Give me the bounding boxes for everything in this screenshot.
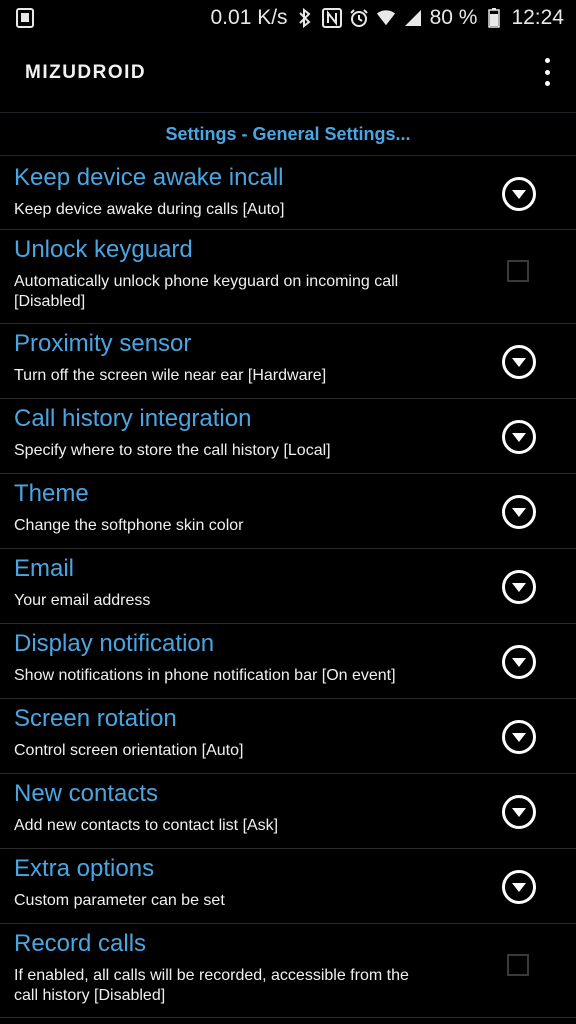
chevron-down-circle-icon[interactable] <box>502 720 536 754</box>
page-title: Settings - General Settings... <box>0 112 576 156</box>
setting-description: Automatically unlock phone keyguard on i… <box>14 273 399 310</box>
app-logo: MIZUDROID <box>25 62 147 83</box>
setting-row[interactable]: Screen rotation Control screen orientatio… <box>0 699 576 774</box>
setting-row[interactable]: Call history integration Specify where to… <box>0 399 576 474</box>
setting-description: If enabled, all calls will be recorded, … <box>14 967 409 1004</box>
setting-title: Display notification <box>14 630 215 657</box>
chevron-down-circle-icon[interactable] <box>502 177 536 211</box>
setting-row[interactable]: Extra options Custom parameter can be set <box>0 849 576 924</box>
overflow-menu-icon[interactable] <box>540 58 554 86</box>
setting-title: Unlock keyguard <box>14 236 193 263</box>
setting-description: Show notifications in phone notification… <box>14 667 396 684</box>
setting-checkbox[interactable] <box>507 260 529 282</box>
chevron-down-circle-icon[interactable] <box>502 795 536 829</box>
status-bar: 0.01 K/s 80 % 12:24 <box>0 0 576 36</box>
setting-description: Change the softphone skin color <box>14 517 244 534</box>
clock: 12:24 <box>511 6 564 29</box>
chevron-down-circle-icon[interactable] <box>502 570 536 604</box>
chevron-down-circle-icon[interactable] <box>502 495 536 529</box>
setting-description: Your email address <box>14 592 151 609</box>
setting-checkbox[interactable] <box>507 954 529 976</box>
battery-icon <box>484 8 504 28</box>
chevron-down-circle-icon[interactable] <box>502 420 536 454</box>
setting-title: Record calls <box>14 930 147 957</box>
network-speed: 0.01 K/s <box>210 6 288 29</box>
setting-description: Keep device awake during calls [Auto] <box>14 201 285 218</box>
setting-row[interactable]: Display notification Show notifications i… <box>0 624 576 699</box>
signal-icon <box>403 8 423 28</box>
settings-list: Keep device awake incall Keep device awak… <box>0 158 576 1018</box>
setting-title: Email <box>14 555 75 582</box>
setting-row[interactable]: Email Your email address <box>0 549 576 624</box>
setting-description: Control screen orientation [Auto] <box>14 742 244 759</box>
setting-row[interactable]: Proximity sensor Turn off the screen wile… <box>0 324 576 399</box>
setting-title: Extra options <box>14 855 155 882</box>
setting-row[interactable]: New contacts Add new contacts to contact … <box>0 774 576 849</box>
setting-title: Theme <box>14 480 89 507</box>
setting-row[interactable]: Unlock keyguard Automatically unlock phon… <box>0 230 576 324</box>
setting-row[interactable]: Keep device awake incall Keep device awak… <box>0 158 576 230</box>
battery-level: 80 % <box>429 6 478 29</box>
setting-title: New contacts <box>14 780 159 807</box>
setting-description: Add new contacts to contact list [Ask] <box>14 817 279 834</box>
alarm-icon <box>349 8 369 28</box>
setting-title: Call history integration <box>14 405 252 432</box>
chevron-down-circle-icon[interactable] <box>502 645 536 679</box>
wifi-icon <box>376 8 396 28</box>
chevron-down-circle-icon[interactable] <box>502 345 536 379</box>
setting-description: Custom parameter can be set <box>14 892 225 909</box>
chevron-down-circle-icon[interactable] <box>502 870 536 904</box>
setting-title: Proximity sensor <box>14 330 192 357</box>
nfc-icon <box>321 8 342 28</box>
setting-row[interactable]: Theme Change the softphone skin color <box>0 474 576 549</box>
setting-title: Keep device awake incall <box>14 164 284 191</box>
setting-description: Specify where to store the call history … <box>14 442 331 459</box>
setting-title: Screen rotation <box>14 705 177 732</box>
setting-description: Turn off the screen wile near ear [Hardw… <box>14 367 327 384</box>
sim-card-icon <box>16 8 34 34</box>
bluetooth-icon <box>295 8 315 28</box>
setting-row[interactable]: Record calls If enabled, all calls will b… <box>0 924 576 1018</box>
